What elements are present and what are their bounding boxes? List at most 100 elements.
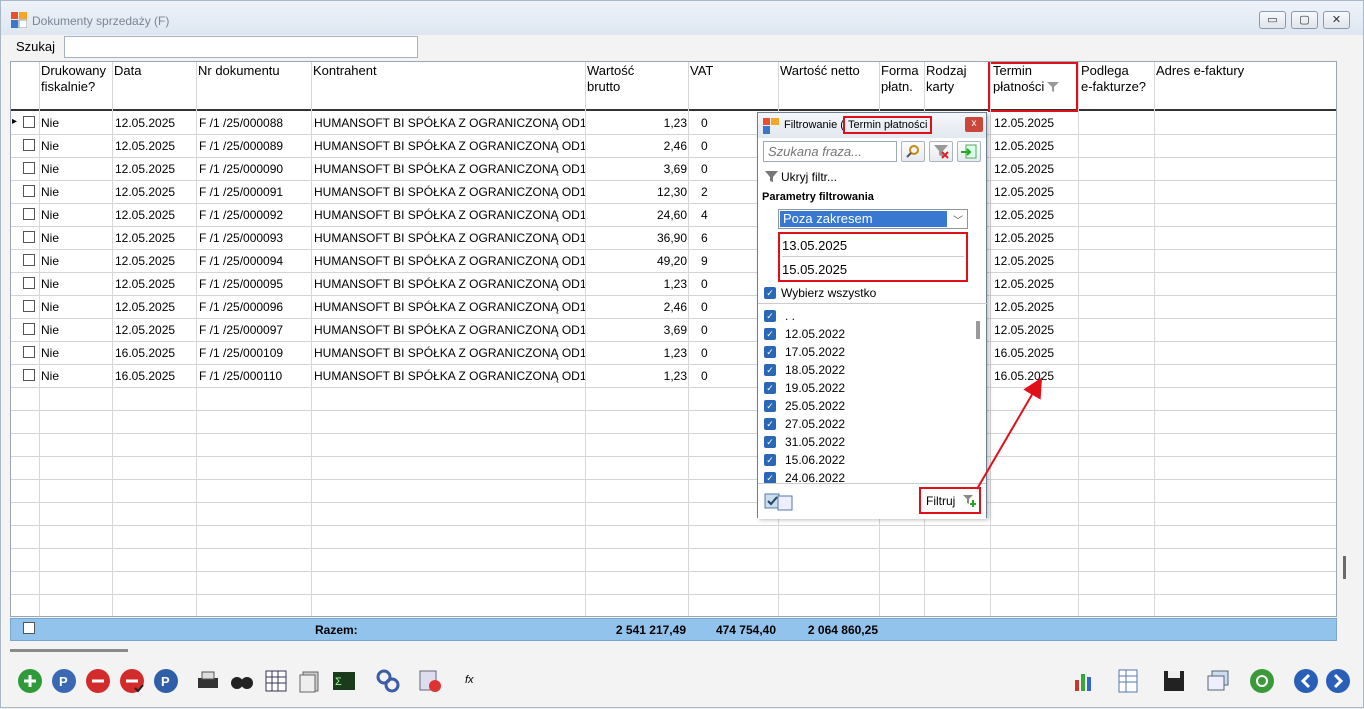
filter-mode-select[interactable]: Poza zakresem ﹀ — [778, 209, 968, 229]
filter-value-checkbox[interactable]: ✓ — [764, 436, 776, 448]
row-checkbox[interactable] — [23, 162, 35, 174]
app-logo-icon — [11, 12, 27, 28]
row-checkbox[interactable] — [23, 369, 35, 381]
magnifier-icon — [906, 145, 919, 158]
row-checkbox[interactable] — [23, 116, 35, 128]
gears-icon[interactable] — [375, 668, 401, 694]
row-checkbox[interactable] — [23, 300, 35, 312]
table-row[interactable]: Nie 12.05.2025 F /1 /25/000088 HUMANSOFT BI… — [11, 112, 1336, 135]
filter-value-checkbox[interactable]: ✓ — [764, 454, 776, 466]
export-button[interactable] — [957, 141, 981, 162]
search-input[interactable] — [64, 36, 418, 58]
totals-checkbox[interactable] — [23, 622, 35, 634]
clear-filter-button[interactable] — [929, 141, 953, 162]
row-checkbox[interactable] — [23, 277, 35, 289]
col-nr-dokumentu[interactable]: Nr dokumentu — [196, 63, 280, 79]
filter-value-checkbox[interactable]: ✓ — [764, 364, 776, 376]
cell-kontrahent: HUMANSOFT BI SPÓŁKA Z OGRANICZONĄ OD14 — [314, 231, 586, 245]
documents-stack-icon[interactable] — [297, 668, 323, 694]
row-checkbox[interactable] — [23, 208, 35, 220]
previous-icon[interactable] — [1293, 668, 1319, 694]
table-row[interactable]: Nie 12.05.2025 F /1 /25/000097 HUMANSOFT BI… — [11, 319, 1336, 342]
filter-value-label: 27.05.2022 — [785, 417, 846, 431]
minimize-button[interactable]: ▭ — [1259, 11, 1286, 29]
col-adres-efaktury[interactable]: Adres e-faktury — [1154, 63, 1244, 79]
hide-filter-link[interactable]: Ukryj filtr... — [781, 170, 837, 184]
delete-icon[interactable] — [85, 668, 111, 694]
cell-data: 12.05.2025 — [115, 323, 176, 337]
clear-filter-icon — [934, 145, 949, 159]
close-window-button[interactable]: ✕ — [1323, 11, 1350, 29]
cell-vat: 0 — [701, 323, 708, 337]
spreadsheet-icon[interactable] — [1115, 668, 1141, 694]
save-icon[interactable] — [1161, 668, 1187, 694]
select-all-checkbox[interactable]: ✓ — [764, 287, 776, 299]
cell-kontrahent: HUMANSOFT BI SPÓŁKA Z OGRANICZONĄ OD14 — [314, 346, 586, 360]
col-wartosc-brutto[interactable]: Wartość brutto — [585, 63, 634, 95]
row-checkbox[interactable] — [23, 254, 35, 266]
cell-data: 12.05.2025 — [115, 116, 176, 130]
add-icon[interactable] — [17, 668, 43, 694]
table-row[interactable]: Nie 12.05.2025 F /1 /25/000093 HUMANSOFT BI… — [11, 227, 1336, 250]
col-podlega-efakturze[interactable]: Podlega e-fakturze? — [1079, 63, 1146, 95]
cell-drukowany: Nie — [41, 346, 60, 360]
bar-chart-icon[interactable] — [1071, 668, 1097, 694]
vertical-scrollbar-thumb[interactable] — [1343, 556, 1346, 579]
printer-icon[interactable] — [195, 668, 221, 694]
col-wartosc-netto[interactable]: Wartość netto — [778, 63, 860, 79]
filter-list-scroll-thumb[interactable] — [976, 321, 980, 339]
filter-app-icon — [763, 118, 779, 134]
apply-filter-button[interactable]: Filtruj — [919, 487, 981, 514]
table-row[interactable]: Nie 16.05.2025 F /1 /25/000110 HUMANSOFT BI… — [11, 365, 1336, 388]
horizontal-scrollbar[interactable] — [10, 646, 1337, 656]
table-row[interactable]: Nie 16.05.2025 F /1 /25/000109 HUMANSOFT BI… — [11, 342, 1336, 365]
filter-value-checkbox[interactable]: ✓ — [764, 310, 776, 322]
apply-filter-label: Filtruj — [926, 494, 956, 508]
col-forma-platn[interactable]: Forma płatn. — [879, 63, 919, 95]
date-to-input[interactable]: 15.05.2025 — [782, 259, 964, 281]
table-row[interactable]: Nie 12.05.2025 F /1 /25/000096 HUMANSOFT BI… — [11, 296, 1336, 319]
row-checkbox[interactable] — [23, 139, 35, 151]
sum-table-icon[interactable]: Σ — [331, 668, 357, 694]
row-checkbox[interactable] — [23, 231, 35, 243]
table-row[interactable]: Nie 12.05.2025 F /1 /25/000094 HUMANSOFT BI… — [11, 250, 1336, 273]
refresh-icon[interactable] — [1249, 668, 1275, 694]
grid-column-line — [196, 62, 197, 616]
chart-document-icon[interactable] — [417, 668, 443, 694]
filter-value-checkbox[interactable]: ✓ — [764, 418, 776, 430]
filter-search-button[interactable] — [901, 141, 925, 162]
cell-brutto: 36,90 — [656, 231, 687, 245]
binoculars-icon[interactable] — [229, 668, 255, 694]
row-checkbox[interactable] — [23, 185, 35, 197]
table-row[interactable]: Nie 12.05.2025 F /1 /25/000089 HUMANSOFT BI… — [11, 135, 1336, 158]
view-document-icon[interactable]: P — [51, 668, 77, 694]
col-vat[interactable]: VAT — [688, 63, 713, 79]
toggle-checks-icon[interactable] — [764, 492, 796, 512]
col-rodzaj-karty[interactable]: Rodzaj karty — [924, 63, 966, 95]
filter-close-button[interactable]: x — [965, 117, 983, 132]
maximize-button[interactable]: ▢ — [1291, 11, 1318, 29]
filter-value-checkbox[interactable]: ✓ — [764, 400, 776, 412]
row-checkbox[interactable] — [23, 323, 35, 335]
table-row[interactable]: Nie 12.05.2025 F /1 /25/000092 HUMANSOFT BI… — [11, 204, 1336, 227]
filter-value-checkbox[interactable]: ✓ — [764, 472, 776, 483]
filter-value-checkbox[interactable]: ✓ — [764, 346, 776, 358]
col-data[interactable]: Data — [112, 63, 141, 79]
formula-fx-icon[interactable]: fx — [465, 668, 491, 694]
filter-value-checkbox[interactable]: ✓ — [764, 382, 776, 394]
table-row[interactable]: Nie 12.05.2025 F /1 /25/000095 HUMANSOFT BI… — [11, 273, 1336, 296]
filter-search-input[interactable] — [763, 141, 897, 162]
col-drukowany[interactable]: Drukowany fiskalnie? — [39, 63, 106, 95]
print-p-icon[interactable]: P — [153, 668, 179, 694]
col-kontrahent[interactable]: Kontrahent — [311, 63, 377, 79]
calendar-grid-icon[interactable] — [263, 668, 289, 694]
table-row[interactable]: Nie 12.05.2025 F /1 /25/000091 HUMANSOFT BI… — [11, 181, 1336, 204]
table-row[interactable]: Nie 12.05.2025 F /1 /25/000090 HUMANSOFT BI… — [11, 158, 1336, 181]
delete-checked-icon[interactable] — [119, 668, 145, 694]
copy-window-icon[interactable] — [1205, 668, 1231, 694]
date-from-input[interactable]: 13.05.2025 — [782, 235, 964, 257]
filter-value-checkbox[interactable]: ✓ — [764, 328, 776, 340]
next-icon[interactable] — [1325, 668, 1351, 694]
row-checkbox[interactable] — [23, 346, 35, 358]
hscroll-thumb[interactable] — [10, 649, 128, 652]
